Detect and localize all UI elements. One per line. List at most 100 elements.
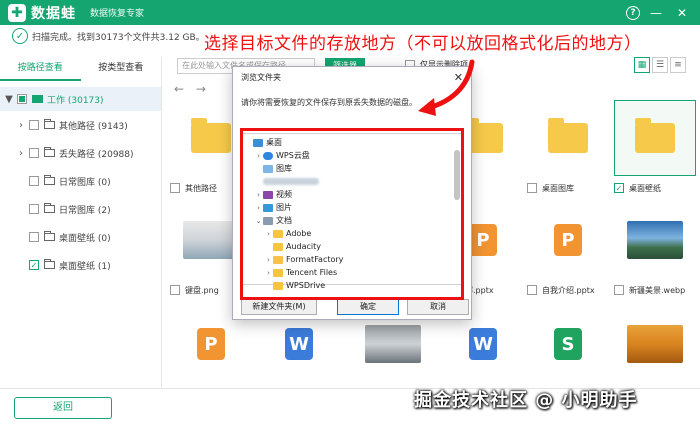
check-circle-icon: ✓ xyxy=(12,28,28,44)
highlight-frame xyxy=(240,128,464,300)
app-title: 数据蛙 xyxy=(31,5,76,22)
tree-checkbox[interactable] xyxy=(29,176,39,186)
tree-item[interactable]: › 丢失路径 (20988) xyxy=(0,139,161,167)
app-logo: ✚ 数据蛙 xyxy=(8,3,76,23)
file-name: 其他路径 xyxy=(185,183,217,193)
annotation-arrow-icon xyxy=(418,59,475,116)
file-name: 自我介绍.pptx xyxy=(542,285,595,295)
file-name: 键盘.png xyxy=(185,285,219,295)
file-item[interactable]: 桌面图库 xyxy=(527,100,609,196)
file-thumbnail[interactable]: P xyxy=(527,202,609,278)
nav-arrows: ← → xyxy=(174,82,206,96)
file-thumbnail[interactable] xyxy=(527,100,609,176)
document-icon: W xyxy=(469,328,497,360)
view-tabs: 按路径查看 按类型查看 xyxy=(0,57,161,81)
file-item[interactable] xyxy=(614,306,696,382)
folder-icon xyxy=(44,119,55,129)
tree-root-label: 工作 (30173) xyxy=(47,95,104,106)
close-button[interactable]: ✕ xyxy=(672,3,692,22)
window-controls: ? — ✕ xyxy=(614,3,692,22)
tree-root-checkbox[interactable] xyxy=(17,94,27,104)
title-bar: ✚ 数据蛙 数据恢复专家 ? — ✕ xyxy=(0,0,700,25)
file-item[interactable]: P 自我介绍.pptx xyxy=(527,202,609,298)
presentation-icon: P xyxy=(554,224,582,256)
file-name: 桌面壁纸 xyxy=(629,183,661,193)
folder-icon xyxy=(44,259,55,269)
image-thumbnail xyxy=(183,221,239,259)
minimize-button[interactable]: — xyxy=(646,3,666,22)
folder-icon xyxy=(44,203,55,213)
dialog-title: 浏览文件夹 xyxy=(241,73,281,82)
tree-checkbox[interactable] xyxy=(29,232,39,242)
file-item[interactable]: 新疆美景.webp xyxy=(614,202,696,298)
cancel-button[interactable]: 取消 xyxy=(407,299,469,315)
file-name: 新疆美景.webp xyxy=(629,285,686,295)
file-item[interactable]: S xyxy=(527,306,609,382)
forward-arrow-icon[interactable]: → xyxy=(196,82,206,96)
tree-item-label: 日常图库 (0) xyxy=(59,177,111,188)
annotation-text: 选择目标文件的存放地方（不可以放回格式化后的地方） xyxy=(204,34,642,54)
tab-by-type[interactable]: 按类型查看 xyxy=(81,57,162,81)
back-arrow-icon[interactable]: ← xyxy=(174,82,184,96)
presentation-icon: P xyxy=(469,224,497,256)
file-thumbnail[interactable] xyxy=(614,100,696,176)
folder-icon xyxy=(44,175,55,185)
tree-item-label: 日常图库 (2) xyxy=(59,205,111,216)
tree-checkbox[interactable] xyxy=(29,204,39,214)
image-thumbnail xyxy=(627,221,683,259)
image-thumbnail xyxy=(627,325,683,363)
watermark-text: 掘金技术社区 @ 小明助手 xyxy=(414,390,638,411)
file-checkbox[interactable]: ✓ xyxy=(614,183,624,193)
image-thumbnail xyxy=(365,325,421,363)
tree-item[interactable]: 日常图库 (0) xyxy=(0,167,161,195)
list-view-icon[interactable]: ☰ xyxy=(652,57,668,73)
folder-icon xyxy=(44,231,55,241)
expand-right-icon[interactable]: › xyxy=(16,148,26,159)
folder-icon xyxy=(191,118,231,153)
presentation-icon: P xyxy=(197,328,225,360)
file-name: 桌面图库 xyxy=(542,183,574,193)
file-thumbnail[interactable]: S xyxy=(527,306,609,382)
tree-item-label: 其他路径 (9143) xyxy=(59,121,128,132)
tree-root-work[interactable]: ▼ 工作 (30173) xyxy=(0,87,161,111)
ok-button[interactable]: 确定 xyxy=(337,299,399,315)
new-folder-button[interactable]: 新建文件夹(M) xyxy=(241,299,317,315)
tree-item[interactable]: ✓ 桌面壁纸 (1) xyxy=(0,251,161,279)
tree-item-label: 桌面壁纸 (1) xyxy=(59,261,111,272)
tree-item[interactable]: 桌面壁纸 (0) xyxy=(0,223,161,251)
file-thumbnail[interactable] xyxy=(614,202,696,278)
scan-status-text: 扫描完成。找到30173个文件共3.12 GB。 xyxy=(32,32,205,43)
file-checkbox[interactable] xyxy=(527,285,537,295)
file-checkbox[interactable] xyxy=(527,183,537,193)
folder-icon xyxy=(44,147,55,157)
grid-view-icon[interactable]: ▦ xyxy=(634,57,650,73)
tree-item-label: 桌面壁纸 (0) xyxy=(59,233,111,244)
help-button[interactable]: ? xyxy=(620,3,640,22)
tree-item[interactable]: 日常图库 (2) xyxy=(0,195,161,223)
help-icon: ? xyxy=(626,5,640,20)
back-button[interactable]: 返回 xyxy=(14,397,112,419)
expand-down-icon[interactable]: ▼ xyxy=(4,94,14,105)
folder-icon xyxy=(635,118,675,153)
file-checkbox[interactable] xyxy=(170,183,180,193)
tab-by-path[interactable]: 按路径查看 xyxy=(0,57,81,81)
file-checkbox[interactable] xyxy=(170,285,180,295)
logo-icon: ✚ xyxy=(8,3,26,22)
detail-view-icon[interactable]: ≡ xyxy=(670,57,686,73)
file-item[interactable]: ✓ 桌面壁纸 xyxy=(614,100,696,196)
expand-right-icon[interactable]: › xyxy=(16,120,26,131)
app-subtitle: 数据恢复专家 xyxy=(90,9,145,19)
folder-icon xyxy=(548,118,588,153)
tree-checkbox[interactable]: ✓ xyxy=(29,260,39,270)
drive-icon xyxy=(32,95,43,103)
scan-status: ✓ 扫描完成。找到30173个文件共3.12 GB。 xyxy=(12,28,205,44)
tree-checkbox[interactable] xyxy=(29,120,39,130)
tree-item-label: 丢失路径 (20988) xyxy=(59,149,134,160)
file-thumbnail[interactable] xyxy=(614,306,696,382)
view-mode-buttons: ▦ ☰ ≡ xyxy=(632,57,686,73)
tree-checkbox[interactable] xyxy=(29,148,39,158)
file-checkbox[interactable] xyxy=(614,285,624,295)
left-panel: 按路径查看 按类型查看 ▼ 工作 (30173) › 其他路径 (9143) › 丢失… xyxy=(0,57,162,387)
dialog-buttons: 新建文件夹(M) 确定 取消 xyxy=(241,299,469,315)
tree-item[interactable]: › 其他路径 (9143) xyxy=(0,111,161,139)
